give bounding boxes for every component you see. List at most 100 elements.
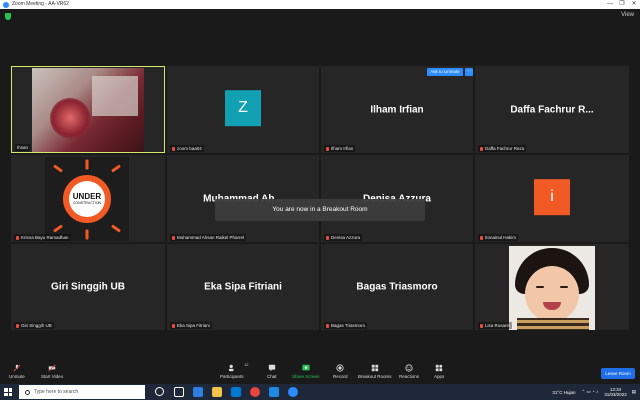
participant-tile[interactable]: Z zoom baa04 bbox=[167, 66, 319, 153]
mic-muted-icon bbox=[480, 146, 483, 151]
zoom-window: Zoom Meeting - AA-VR62 — ❐ ✕ View Ihsan … bbox=[0, 0, 640, 400]
participant-name: Giri Singgih UB bbox=[21, 323, 52, 328]
store-icon[interactable] bbox=[231, 387, 241, 397]
meeting-toolbar: Unmute Start Video 12 Participants Chat bbox=[0, 362, 640, 384]
participant-name-tag: Ihsan bbox=[15, 144, 31, 151]
participant-avatar: i bbox=[534, 178, 570, 215]
participant-tile[interactable]: UNDER CONSTRUCTION Krisna Bayu Ramadhan bbox=[11, 155, 165, 242]
security-shield-icon[interactable] bbox=[5, 13, 11, 20]
zoom-taskbar-icon[interactable] bbox=[288, 387, 298, 397]
maximize-button[interactable]: ❐ bbox=[616, 0, 628, 9]
participant-name: Krisna Bayu Ramadhan bbox=[21, 235, 69, 240]
unmute-button[interactable]: Unmute bbox=[9, 364, 25, 379]
participant-name: zoom baa04 bbox=[177, 146, 202, 151]
participant-name-tag: Lisa Rosanti bbox=[478, 322, 512, 329]
notifications-icon[interactable]: ▤ bbox=[632, 389, 636, 395]
participant-tile[interactable]: i Itonainul Hakim bbox=[475, 155, 629, 242]
view-button[interactable]: View bbox=[621, 12, 634, 18]
participant-name: Daffa Fachrur Reza bbox=[485, 146, 525, 151]
participants-count: 12 bbox=[244, 362, 249, 367]
mic-muted-icon bbox=[16, 235, 19, 240]
participant-tile[interactable]: Daffa Fachrur R... Daffa Fachrur Reza bbox=[475, 66, 629, 153]
search-icon bbox=[25, 389, 30, 395]
windows-taskbar: Type here to search 31°C Hujan ⌃ ▭ ◔ ♪ 1… bbox=[0, 384, 640, 400]
participant-video bbox=[509, 246, 595, 330]
reactions-icon bbox=[405, 364, 413, 372]
share-screen-icon bbox=[302, 364, 310, 371]
mic-muted-icon bbox=[172, 146, 175, 151]
tray-icons[interactable]: ⌃ ▭ ◔ ♪ bbox=[581, 389, 598, 395]
participant-name: Ilham Irfian bbox=[331, 146, 354, 151]
more-options-button[interactable]: ··· bbox=[465, 68, 473, 76]
participant-name-tag: Denisa Azzura bbox=[324, 234, 363, 241]
under-construction-image: UNDER CONSTRUCTION bbox=[45, 157, 129, 241]
participant-name-tag: Eka Sipa Fitriani bbox=[170, 322, 212, 329]
under-construction-title: UNDER bbox=[72, 192, 102, 201]
chat-icon bbox=[268, 364, 275, 372]
participant-name: Itonainul Hakim bbox=[485, 235, 517, 240]
window-title: Zoom Meeting - AA-VR62 bbox=[12, 1, 69, 7]
participant-name-tag: Krisna Bayu Ramadhan bbox=[14, 234, 71, 241]
participant-name-tag: Bagas Triasmoro bbox=[324, 322, 368, 329]
participant-display-name: Giri Singgih UB bbox=[51, 281, 125, 293]
apps-button[interactable]: Apps bbox=[434, 364, 444, 379]
participant-video bbox=[32, 68, 144, 152]
participant-tile[interactable]: Ilham Irfian Ilham Irfian bbox=[321, 66, 473, 153]
participant-name-tag: Daffa Fachrur Reza bbox=[478, 145, 527, 152]
participant-name: Denisa Azzura bbox=[331, 235, 361, 240]
video-off-icon bbox=[48, 364, 56, 372]
microphone-off-icon bbox=[13, 364, 21, 372]
close-button[interactable]: ✕ bbox=[628, 0, 640, 9]
file-explorer-icon[interactable] bbox=[212, 387, 222, 397]
mic-muted-icon bbox=[480, 323, 483, 328]
mail-icon[interactable] bbox=[269, 387, 279, 397]
participant-name: Eka Sipa Fitriani bbox=[177, 323, 210, 328]
mic-muted-icon bbox=[16, 323, 19, 328]
taskbar-search-box[interactable]: Type here to search bbox=[19, 385, 145, 399]
leave-room-button[interactable]: Leave Room bbox=[601, 368, 635, 379]
title-bar: Zoom Meeting - AA-VR62 — ❐ ✕ bbox=[0, 0, 640, 9]
breakout-rooms-button[interactable]: Breakout Rooms bbox=[358, 364, 392, 379]
participant-name-tag: Muhammad Ahsan Raikel Pharrel bbox=[170, 234, 247, 241]
ask-to-unmute-button[interactable]: Ask to Unmute bbox=[427, 68, 463, 76]
minimize-button[interactable]: — bbox=[604, 0, 616, 9]
participants-button[interactable]: 12 Participants bbox=[220, 362, 249, 379]
participant-name: Muhammad Ahsan Raikel Pharrel bbox=[177, 235, 245, 240]
share-screen-button[interactable]: Share Screen bbox=[292, 364, 320, 379]
participant-name-tag: Ilham Irfian bbox=[324, 145, 356, 152]
participant-name-tag: zoom baa04 bbox=[170, 145, 204, 152]
participant-name: Bagas Triasmoro bbox=[331, 323, 366, 328]
edge-icon[interactable] bbox=[193, 387, 203, 397]
participant-tile[interactable]: Bagas Triasmoro Bagas Triasmoro bbox=[321, 244, 473, 330]
participant-tile[interactable]: Lisa Rosanti bbox=[475, 244, 629, 330]
mic-muted-icon bbox=[326, 235, 329, 240]
participant-tile[interactable]: Giri Singgih UB Giri Singgih UB bbox=[11, 244, 165, 330]
record-button[interactable]: Record bbox=[333, 364, 348, 379]
weather-status[interactable]: 31°C Hujan bbox=[552, 390, 575, 395]
chrome-icon[interactable] bbox=[250, 387, 260, 397]
task-view-icon[interactable] bbox=[174, 387, 184, 397]
zoom-logo-icon bbox=[3, 1, 9, 8]
taskbar-clock[interactable]: 13:34 31/03/2022 bbox=[604, 387, 627, 397]
mic-muted-icon bbox=[172, 235, 175, 240]
breakout-room-notification: You are now in a Breakout Room bbox=[215, 199, 425, 221]
reactions-button[interactable]: Reactions bbox=[399, 364, 419, 379]
participant-display-name: Ilham Irfian bbox=[370, 104, 424, 115]
cortana-icon[interactable] bbox=[155, 387, 164, 396]
chat-button[interactable]: Chat bbox=[267, 364, 277, 379]
record-icon bbox=[336, 364, 344, 372]
mic-muted-icon bbox=[172, 323, 175, 328]
participant-name: Ihsan bbox=[17, 145, 29, 150]
participant-tile[interactable]: Eka Sipa Fitriani Eka Sipa Fitriani bbox=[167, 244, 319, 330]
mic-muted-icon bbox=[326, 323, 329, 328]
participant-tile[interactable]: Ihsan bbox=[11, 66, 165, 153]
system-tray: 31°C Hujan ⌃ ▭ ◔ ♪ 13:34 31/03/2022 ▤ bbox=[552, 384, 636, 400]
participant-display-name: Bagas Triasmoro bbox=[356, 281, 438, 293]
windows-start-icon[interactable] bbox=[4, 388, 12, 396]
mic-muted-icon bbox=[326, 146, 329, 151]
start-video-button[interactable]: Start Video bbox=[41, 364, 63, 379]
participant-name-tag: Giri Singgih UB bbox=[14, 322, 54, 329]
window-controls: — ❐ ✕ bbox=[604, 0, 640, 9]
under-construction-subtitle: CONSTRUCTION bbox=[72, 201, 102, 205]
participant-name: Lisa Rosanti bbox=[485, 323, 510, 328]
